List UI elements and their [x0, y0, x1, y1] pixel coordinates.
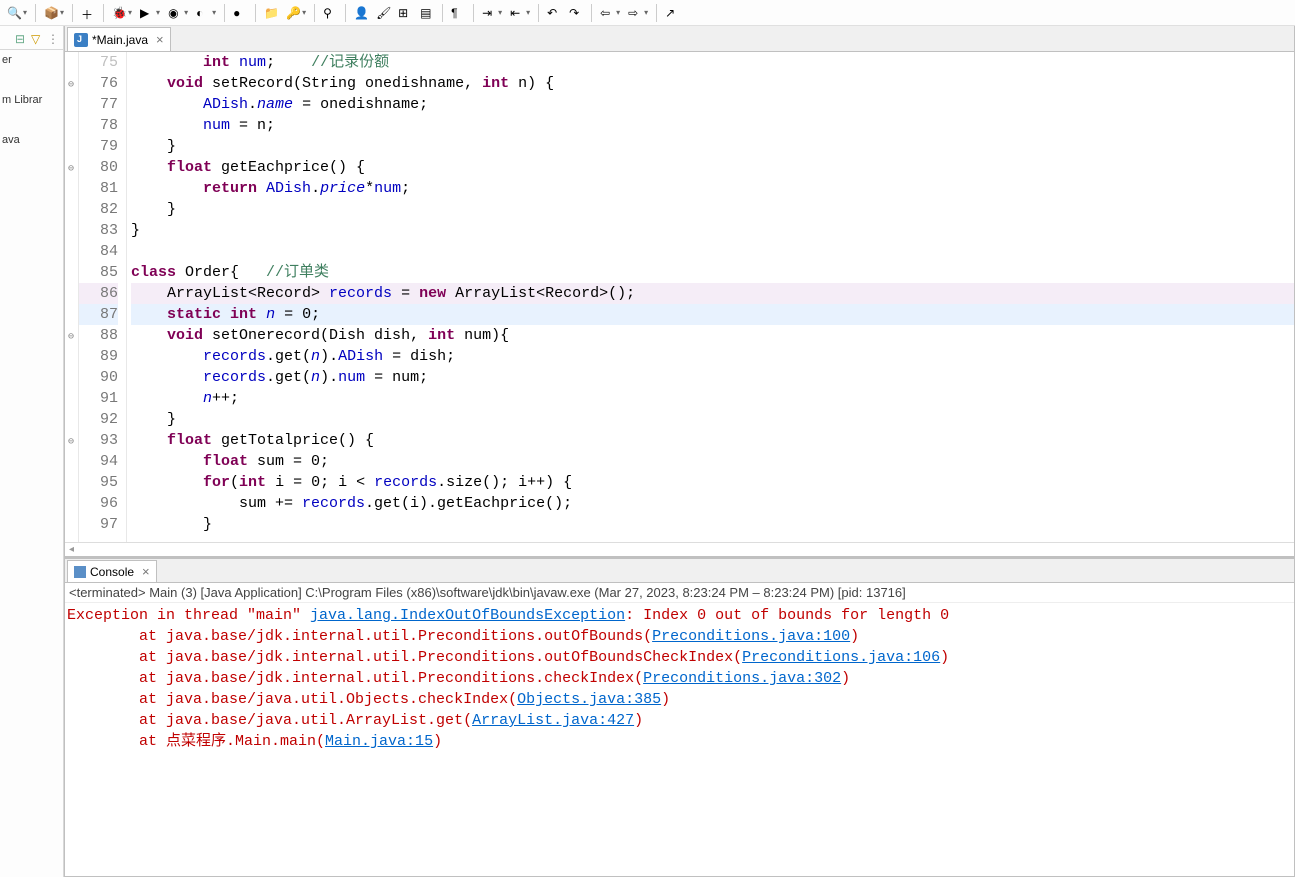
code-line[interactable]: }: [131, 409, 1294, 430]
new-icon[interactable]: ＋: [78, 2, 98, 24]
console-tab[interactable]: Console ×: [67, 560, 157, 582]
code-line[interactable]: class Order{ //订单类: [131, 262, 1294, 283]
console-line: at java.base/jdk.internal.util.Precondit…: [67, 647, 1292, 668]
forward-icon[interactable]: ⇨▾: [625, 2, 651, 24]
main-area: ⊟ ▽ ⋮ er m Librar ava *Main.java × ⊖⊖⊖⊖ 75…: [0, 26, 1295, 877]
console-line: at java.base/java.util.Objects.checkInde…: [67, 689, 1292, 710]
debug-icon[interactable]: 🐞▾: [109, 2, 135, 24]
external-icon[interactable]: ↗: [662, 2, 682, 24]
code-line[interactable]: for(int i = 0; i < records.size(); i++) …: [131, 472, 1294, 493]
collapse-icon[interactable]: ⊟: [15, 32, 27, 44]
person-icon[interactable]: 👤: [351, 2, 371, 24]
close-icon[interactable]: ×: [142, 564, 150, 579]
console-status: <terminated> Main (3) [Java Application]…: [65, 583, 1294, 603]
console-line: at java.base/java.util.ArrayList.get(Arr…: [67, 710, 1292, 731]
pilcrow-icon[interactable]: ¶: [448, 2, 468, 24]
right-area: *Main.java × ⊖⊖⊖⊖ 7576777879808182838485…: [64, 26, 1295, 877]
code-line[interactable]: [131, 241, 1294, 262]
scroll-left-icon[interactable]: ◂: [69, 544, 74, 555]
code-editor[interactable]: ⊖⊖⊖⊖ 75767778798081828384858687888990919…: [65, 52, 1294, 542]
page-icon[interactable]: ▤: [417, 2, 437, 24]
code-line[interactable]: sum += records.get(i).getEachprice();: [131, 493, 1294, 514]
paint-icon[interactable]: 🖌: [373, 2, 393, 24]
new-project-icon[interactable]: 📁: [261, 2, 281, 24]
coverage-icon[interactable]: ◉▾: [165, 2, 191, 24]
form-icon[interactable]: ⊞: [395, 2, 415, 24]
undo-nav-icon[interactable]: ↶: [544, 2, 564, 24]
tree-node[interactable]: ava: [2, 134, 61, 146]
code-line[interactable]: float getEachprice() {: [131, 157, 1294, 178]
key-icon[interactable]: 🔑▾: [283, 2, 309, 24]
code-line[interactable]: static int n = 0;: [131, 304, 1294, 325]
package-icon[interactable]: 📦▾: [41, 2, 67, 24]
editor-tab-bar: *Main.java ×: [65, 26, 1294, 52]
filter-icon[interactable]: ▽: [31, 32, 43, 44]
redo-nav-icon[interactable]: ↷: [566, 2, 586, 24]
java-file-icon: [74, 33, 88, 47]
wand-icon[interactable]: ⚲: [320, 2, 340, 24]
code-line[interactable]: }: [131, 136, 1294, 157]
code-line[interactable]: void setOnerecord(Dish dish, int num){: [131, 325, 1294, 346]
code-line[interactable]: records.get(n).num = num;: [131, 367, 1294, 388]
code-line[interactable]: float getTotalprice() {: [131, 430, 1294, 451]
tab-title: *Main.java: [92, 33, 148, 47]
breakpoint-icon[interactable]: ●: [230, 2, 250, 24]
horizontal-scrollbar[interactable]: ◂: [65, 542, 1294, 556]
editor-tab-main[interactable]: *Main.java ×: [67, 27, 171, 51]
code-line[interactable]: float sum = 0;: [131, 451, 1294, 472]
run-icon[interactable]: ▶▾: [137, 2, 163, 24]
code-line[interactable]: }: [131, 220, 1294, 241]
tree-node[interactable]: m Librar: [2, 94, 61, 106]
tree-node[interactable]: er: [2, 54, 61, 66]
close-icon[interactable]: ×: [156, 32, 164, 47]
package-explorer: ⊟ ▽ ⋮ er m Librar ava: [0, 26, 64, 877]
console-icon: [74, 566, 86, 578]
editor-panel: *Main.java × ⊖⊖⊖⊖ 7576777879808182838485…: [64, 26, 1295, 557]
console-line: at java.base/jdk.internal.util.Precondit…: [67, 626, 1292, 647]
code-line[interactable]: void setRecord(String onedishname, int n…: [131, 73, 1294, 94]
main-toolbar: 🔍▾ 📦▾ ＋ 🐞▾▶▾◉▾◐▾ ● 📁🔑▾ ⚲ 👤🖌⊞▤ ¶ ⇥▾⇤▾ ↶↷ ⇦▾⇨▾ ↗: [0, 0, 1295, 26]
step2-icon[interactable]: ⇤▾: [507, 2, 533, 24]
console-line: at 点菜程序.Main.main(Main.java:15): [67, 731, 1292, 752]
console-panel: Console × <terminated> Main (3) [Java Ap…: [64, 557, 1295, 877]
code-line[interactable]: return ADish.price*num;: [131, 178, 1294, 199]
console-line: at java.base/jdk.internal.util.Precondit…: [67, 668, 1292, 689]
step-icon[interactable]: ⇥▾: [479, 2, 505, 24]
code-line[interactable]: int num; //记录份额: [131, 52, 1294, 73]
code-line[interactable]: ADish.name = onedishname;: [131, 94, 1294, 115]
link-icon[interactable]: ⋮: [47, 32, 59, 44]
code-line[interactable]: }: [131, 199, 1294, 220]
code-line[interactable]: n++;: [131, 388, 1294, 409]
console-tab-bar: Console ×: [65, 559, 1294, 583]
code-line[interactable]: records.get(n).ADish = dish;: [131, 346, 1294, 367]
console-tab-title: Console: [90, 565, 134, 579]
back-icon[interactable]: ⇦▾: [597, 2, 623, 24]
console-output[interactable]: Exception in thread "main" java.lang.Ind…: [65, 603, 1294, 876]
run-ext-icon[interactable]: ◐▾: [193, 2, 219, 24]
code-line[interactable]: num = n;: [131, 115, 1294, 136]
console-line: Exception in thread "main" java.lang.Ind…: [67, 605, 1292, 626]
code-line[interactable]: ArrayList<Record> records = new ArrayLis…: [131, 283, 1294, 304]
code-line[interactable]: }: [131, 514, 1294, 535]
search-icon[interactable]: 🔍▾: [4, 2, 30, 24]
